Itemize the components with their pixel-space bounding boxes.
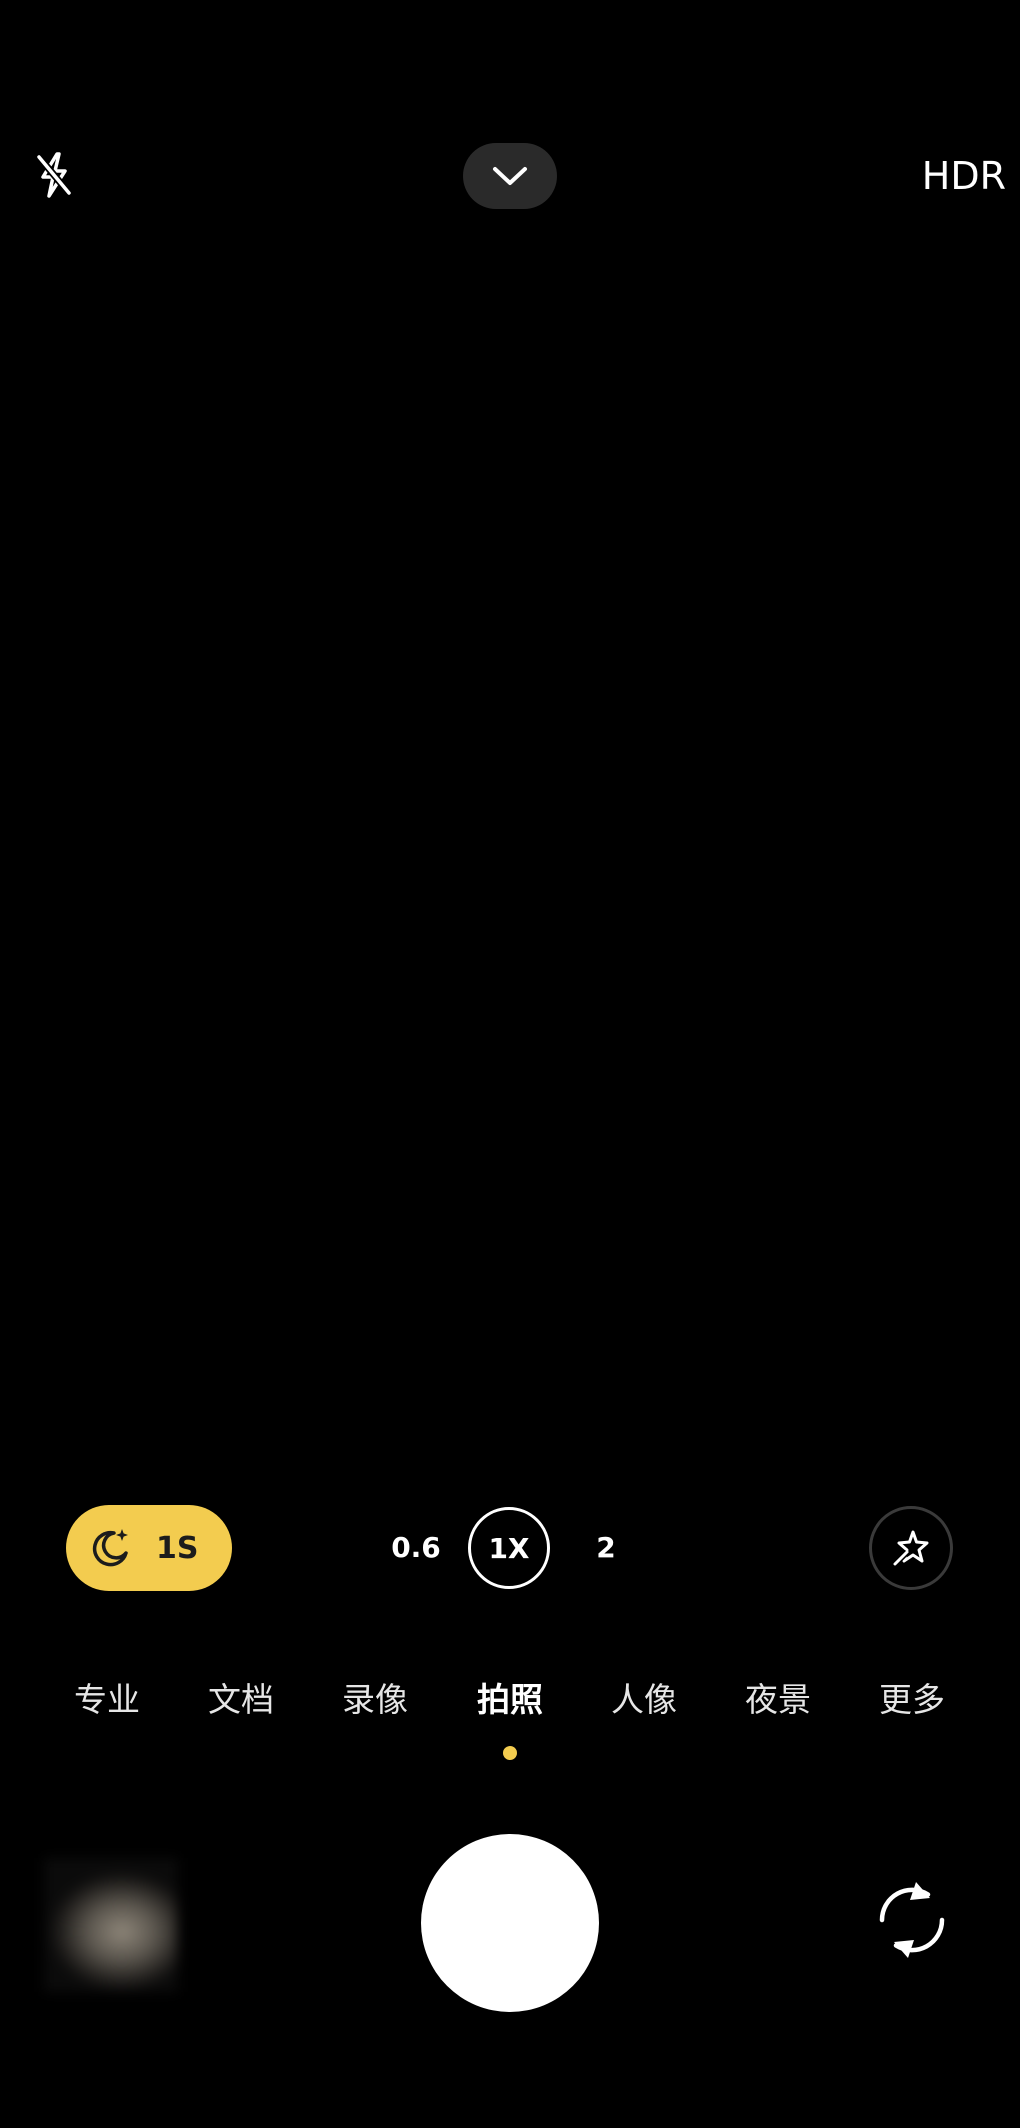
mode-more[interactable]: 更多 [862,1676,962,1724]
zoom-1x-label: 1X [488,1531,530,1565]
camera-switch-icon [879,1882,945,1958]
moon-icon [88,1526,132,1570]
chevron-down-icon [493,167,527,185]
night-mode-pill[interactable]: 1S [66,1505,232,1591]
night-exposure-label: 1S [156,1530,199,1566]
mode-video[interactable]: 录像 [325,1676,425,1724]
mode-portrait[interactable]: 人像 [594,1676,694,1724]
mode-pro[interactable]: 专业 [57,1676,157,1724]
shutter-button[interactable] [421,1834,599,2012]
mode-document[interactable]: 文档 [191,1676,291,1724]
viewfinder[interactable] [0,0,1020,1760]
camera-switch-button[interactable] [868,1876,956,1964]
active-mode-indicator [503,1746,517,1760]
mode-night[interactable]: 夜景 [728,1676,828,1724]
mode-photo[interactable]: 拍照 [460,1676,560,1724]
collapse-settings-button[interactable] [463,143,557,209]
zoom-1x-button[interactable]: 1X [468,1507,550,1589]
mode-selector[interactable]: 专业 文档 录像 拍照 人像 夜景 更多 [0,1676,1020,1724]
zoom-0-6-button[interactable]: 0.6 [386,1527,446,1569]
beauty-star-icon [892,1530,929,1567]
flash-off-icon [36,152,72,198]
hdr-toggle[interactable]: HDR [922,150,1006,202]
beauty-button[interactable] [869,1506,953,1590]
zoom-2x-button[interactable]: 2 [586,1527,626,1569]
flash-button[interactable] [24,145,84,205]
gallery-thumbnail[interactable] [44,1858,178,1992]
